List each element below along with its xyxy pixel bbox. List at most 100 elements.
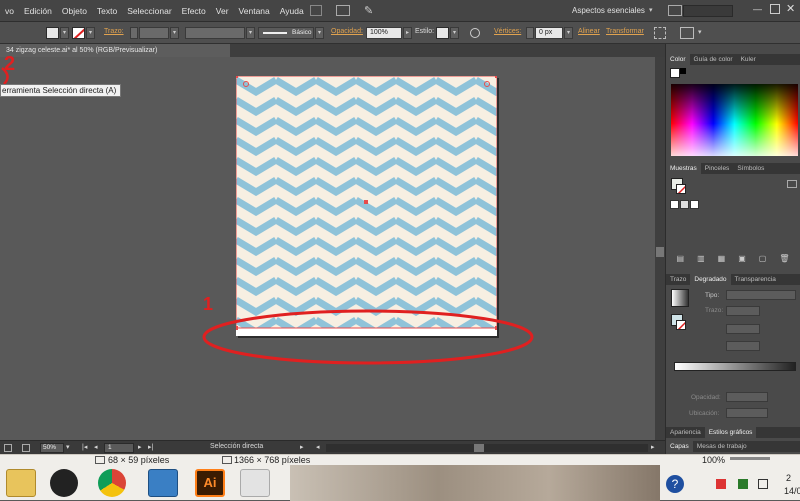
menu-window[interactable]: Ventana bbox=[234, 6, 275, 16]
vertical-scroll-thumb[interactable] bbox=[656, 247, 664, 257]
paint-icon[interactable] bbox=[240, 469, 270, 497]
new-color-group-icon[interactable]: ▣ bbox=[738, 254, 746, 266]
prev-artboard-icon[interactable]: ◂ bbox=[94, 443, 98, 451]
menu-select[interactable]: Seleccionar bbox=[122, 6, 176, 16]
tab-appearance[interactable]: Apariencia bbox=[666, 427, 705, 438]
workspace-switcher[interactable]: Aspectos esenciales bbox=[572, 6, 645, 15]
swatch-list-view-icon[interactable] bbox=[787, 180, 797, 188]
swatch-library-icon[interactable]: ▤ bbox=[677, 254, 685, 266]
menu-help[interactable]: Ayuda bbox=[275, 6, 309, 16]
menu-effect[interactable]: Efecto bbox=[177, 6, 211, 16]
zoom-select[interactable]: 50% bbox=[40, 443, 64, 453]
gradient-stroke-indicator[interactable] bbox=[676, 320, 686, 330]
recolor-artwork-icon[interactable] bbox=[470, 28, 480, 38]
chevron-down-icon[interactable]: ▾ bbox=[698, 28, 702, 36]
volume-icon[interactable] bbox=[758, 479, 768, 489]
illustrator-icon[interactable]: Ai bbox=[195, 469, 225, 497]
scroll-left-icon[interactable]: ◂ bbox=[316, 443, 320, 451]
gradient-preview[interactable] bbox=[671, 289, 689, 307]
search-help-input[interactable] bbox=[683, 5, 733, 17]
menu-type[interactable]: Texto bbox=[92, 6, 122, 16]
close-icon[interactable]: ✕ bbox=[786, 2, 795, 15]
menu-edit[interactable]: Edición bbox=[19, 6, 57, 16]
swatch-stroke-indicator[interactable] bbox=[676, 184, 686, 194]
stroke-weight-label[interactable]: Trazo: bbox=[104, 28, 124, 35]
artboard-nav-icon[interactable] bbox=[4, 444, 12, 452]
chevron-down-icon[interactable]: ▾ bbox=[66, 443, 70, 451]
gradient-stroke-mode[interactable] bbox=[726, 306, 760, 316]
artboard-number[interactable]: 1 bbox=[104, 443, 134, 453]
horizontal-scroll-thumb[interactable] bbox=[474, 444, 484, 452]
fill-dropdown[interactable]: ▾ bbox=[60, 27, 69, 39]
stroke-weight-input[interactable] bbox=[139, 27, 169, 39]
transform-link[interactable]: Transformar bbox=[606, 28, 644, 35]
gradient-opacity-input[interactable] bbox=[726, 392, 768, 402]
opacity-label[interactable]: Opacidad: bbox=[331, 28, 363, 35]
swatch-white[interactable] bbox=[690, 200, 699, 209]
stroke-weight-stepper[interactable] bbox=[130, 27, 138, 39]
vertices-input[interactable]: 0 px bbox=[535, 27, 563, 39]
zigzag-artwork[interactable] bbox=[236, 76, 497, 336]
tab-layers[interactable]: Capas bbox=[666, 441, 693, 452]
color-spectrum[interactable] bbox=[671, 84, 798, 156]
tab-transparency[interactable]: Transparencia bbox=[731, 274, 780, 285]
gradient-type-select[interactable] bbox=[726, 290, 796, 300]
gpu-performance-icon[interactable]: ✎ bbox=[364, 4, 378, 17]
gradient-angle-input[interactable] bbox=[726, 324, 760, 334]
new-swatch-icon[interactable]: ▢ bbox=[759, 254, 767, 266]
vertices-stepper[interactable] bbox=[526, 27, 534, 39]
arrange-documents-icon[interactable] bbox=[336, 5, 350, 16]
align-link[interactable]: Alinear bbox=[578, 28, 600, 35]
document-tab[interactable]: 34 zigzag celeste.ai* al 50% (RGB/Previs… bbox=[0, 44, 230, 57]
gradient-aspect-input[interactable] bbox=[726, 341, 760, 351]
fill-swatch[interactable] bbox=[46, 27, 59, 39]
stroke-weight-dropdown[interactable]: ▾ bbox=[170, 27, 179, 39]
delete-swatch-icon[interactable]: 🗑 bbox=[779, 254, 789, 266]
network-icon[interactable] bbox=[738, 479, 748, 489]
file-explorer-icon[interactable] bbox=[6, 469, 36, 497]
gradient-slider[interactable] bbox=[674, 362, 796, 371]
vertices-dropdown[interactable]: ▾ bbox=[564, 27, 573, 39]
next-artboard-icon[interactable]: ▸ bbox=[138, 443, 142, 451]
tab-symbols[interactable]: Símbolos bbox=[733, 163, 768, 174]
vertical-scrollbar[interactable] bbox=[655, 57, 665, 440]
tab-gradient[interactable]: Degradado bbox=[690, 274, 731, 285]
minimize-icon[interactable]: — bbox=[753, 4, 762, 14]
opacity-input[interactable]: 100% bbox=[366, 27, 402, 39]
swatch-none[interactable] bbox=[670, 200, 679, 209]
maximize-icon[interactable] bbox=[770, 4, 780, 14]
artboard[interactable] bbox=[236, 76, 497, 336]
help-icon[interactable]: ? bbox=[666, 475, 684, 493]
chrome-icon[interactable] bbox=[98, 469, 126, 497]
stroke-swatch[interactable] bbox=[72, 27, 85, 39]
bridge-icon[interactable] bbox=[310, 5, 322, 16]
isolate-icon[interactable] bbox=[654, 27, 666, 39]
menu-view[interactable]: Ver bbox=[211, 6, 234, 16]
show-kinds-icon[interactable]: ▥ bbox=[697, 254, 705, 266]
variable-width-profile[interactable] bbox=[185, 27, 245, 39]
tray-app-icon[interactable] bbox=[716, 479, 726, 489]
tab-kuler[interactable]: Kuler bbox=[737, 54, 760, 65]
first-artboard-icon[interactable]: |◂ bbox=[82, 443, 87, 451]
gradient-location-input[interactable] bbox=[726, 408, 768, 418]
profile-dropdown[interactable]: ▾ bbox=[246, 27, 255, 39]
chevron-down-icon[interactable]: ▾ bbox=[649, 6, 653, 14]
photo-viewer-icon[interactable] bbox=[148, 469, 178, 497]
swatch-registration[interactable] bbox=[680, 200, 689, 209]
swatch-options-icon[interactable]: ▦ bbox=[718, 254, 726, 266]
tab-color[interactable]: Color bbox=[666, 54, 690, 65]
brush-dropdown[interactable]: ▾ bbox=[315, 27, 324, 39]
tab-color-guide[interactable]: Guía de color bbox=[690, 54, 737, 65]
vertices-label[interactable]: Vértices: bbox=[494, 28, 521, 35]
arrange-icon[interactable] bbox=[680, 27, 694, 39]
stroke-dropdown[interactable]: ▾ bbox=[86, 27, 95, 39]
black-chip[interactable] bbox=[680, 68, 686, 74]
search-help-icon[interactable] bbox=[668, 5, 682, 16]
viewer-zoom-slider[interactable] bbox=[730, 457, 770, 460]
tab-brushes[interactable]: Pinceles bbox=[701, 163, 734, 174]
fill-color-chip[interactable] bbox=[670, 68, 680, 78]
status-menu-icon[interactable]: ▸ bbox=[300, 443, 304, 451]
tab-artboards[interactable]: Mesas de trabajo bbox=[693, 441, 751, 452]
graphic-style-swatch[interactable] bbox=[436, 27, 449, 39]
style-dropdown[interactable]: ▾ bbox=[450, 27, 459, 39]
